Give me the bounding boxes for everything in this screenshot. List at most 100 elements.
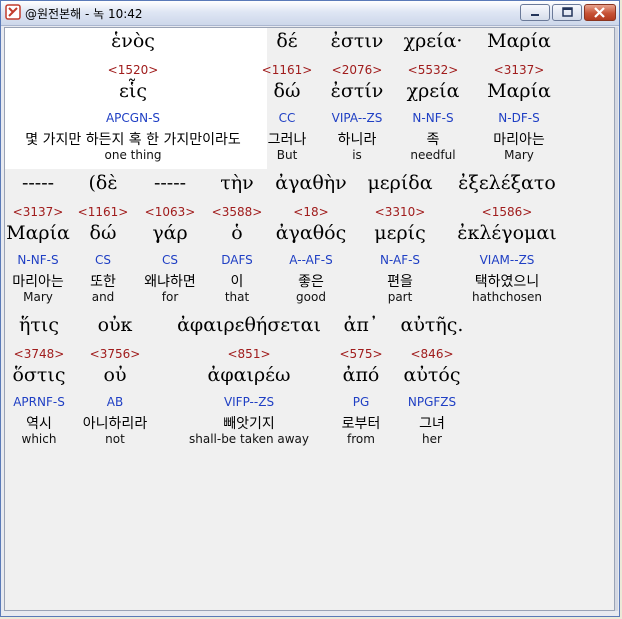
english-gloss: which [21,432,57,446]
lemma: γάρ [152,222,188,244]
korean-gloss: 그녀 [419,416,445,432]
english-gloss: Mary [504,148,534,162]
lemma: αὐτός [403,364,461,386]
greek-word[interactable]: ἀπ᾽ [344,314,379,336]
english-gloss: is [352,148,362,162]
english-gloss: her [422,432,442,446]
korean-gloss: 아니하리라 [82,416,148,432]
english-gloss: and [91,290,115,304]
minimize-icon [531,14,539,16]
english-gloss: part [387,290,413,304]
parse-code: DAFS [221,253,253,267]
title-bar[interactable]: @원전본해 - 녹 10:42 [1,1,619,26]
greek-word[interactable]: δέ [276,30,297,52]
lemma: ἐστίν [330,80,384,102]
greek-word[interactable]: (δὲ [88,172,117,194]
english-gloss: hathchosen [471,290,543,304]
lemma: Μαρία [487,80,551,102]
greek-word[interactable]: ἑνὸς [111,30,155,52]
parse-code: NPGFZS [407,395,457,409]
lemma: δώ [273,80,301,102]
strong-number: <3137> [493,63,545,77]
greek-word[interactable]: ----- [154,172,186,194]
parse-code: APRNF-S [13,395,65,409]
maximize-icon [562,7,573,17]
lemma: ὁ [231,222,243,244]
parse-code: A--AF-S [289,253,333,267]
korean-gloss: 하니라 [337,132,377,148]
window-title: @원전본해 - 녹 10:42 [25,7,143,21]
greek-word[interactable]: χρεία· [404,30,463,52]
korean-gloss: 빼앗기지 [223,416,275,432]
korean-gloss: 마리아는 [12,274,64,290]
korean-gloss: 그러나 [267,132,307,148]
english-gloss: shall-be taken away [188,432,310,446]
window-frame-edge [615,27,618,611]
lemma: χρεία [406,80,460,102]
greek-word[interactable]: τὴν [220,172,253,194]
greek-word[interactable]: ----- [22,172,54,194]
strong-number: <1161> [261,63,313,77]
parse-code: N-NF-S [412,111,454,125]
english-gloss: But [276,148,298,162]
app-logo-icon [5,4,21,20]
korean-gloss: 또한 [90,274,116,290]
strong-number: <3310> [374,205,426,219]
interlinear-view[interactable]: ἑνὸς <1520> εἷς APCGN-S 몇 가지만 하든지 혹 한 가지만이라도… [4,27,615,611]
greek-word[interactable]: μερίδα [367,172,432,194]
lemma: μερίς [374,222,426,244]
parse-code: PG [352,395,370,409]
greek-word[interactable]: ἀφαιρεθήσεται [177,314,321,336]
maximize-button[interactable] [552,4,582,21]
strong-number: <3756> [89,347,141,361]
english-gloss: from [347,432,375,446]
english-gloss: for [161,290,179,304]
greek-word[interactable]: ἥτις [19,314,59,336]
close-icon [594,7,605,18]
greek-word[interactable]: αὐτῆς. [401,314,464,336]
strong-number: <1161> [77,205,129,219]
strong-number: <575> [339,347,383,361]
strong-number: <3137> [12,205,64,219]
english-gloss: not [105,432,125,446]
korean-gloss: 좋은 [298,274,324,290]
parse-code: VIAM--ZS [479,253,535,267]
greek-word[interactable]: ἐστιν [331,30,384,52]
strong-number: <1520> [107,63,159,77]
lemma: ἀφαιρέω [207,364,291,386]
close-button[interactable] [584,4,616,21]
parse-code: N-NF-S [17,253,59,267]
lemma: ἀπό [342,364,380,386]
parse-code: CS [95,253,111,267]
strong-number: <1063> [144,205,196,219]
greek-word[interactable]: ἀγαθὴν [275,172,346,194]
lemma: οὐ [103,364,127,386]
strong-number: <2076> [331,63,383,77]
parse-code: N-DF-S [498,111,540,125]
lemma: Μαρία [6,222,70,244]
korean-gloss: 로부터 [341,416,381,432]
minimize-button[interactable] [520,4,550,21]
parse-code: CC [278,111,296,125]
strong-number: <1586> [481,205,533,219]
parse-code: N-AF-S [379,253,421,267]
parse-code: AB [106,395,124,409]
korean-gloss: 편을 [387,274,413,290]
greek-word[interactable]: ἐξελέξατο [458,172,556,194]
strong-number: <18> [293,205,329,219]
english-gloss: one thing [104,148,162,162]
parse-code: CS [162,253,178,267]
strong-number: <851> [227,347,271,361]
strong-number: <5532> [407,63,459,77]
english-gloss: good [296,290,326,304]
korean-gloss: 마리아는 [493,132,545,148]
greek-word[interactable]: Μαρία [487,30,551,52]
parse-code: VIFP--ZS [223,395,275,409]
korean-gloss: 이 [230,274,244,290]
strong-number: <846> [410,347,454,361]
greek-word[interactable]: οὐκ [98,314,133,336]
lemma: δώ [89,222,117,244]
app-window: @원전본해 - 녹 10:42 ἑνὸς <1520> εἷς APCGN-S 몇 가지… [0,0,620,617]
parse-code: VIPA--ZS [331,111,383,125]
english-gloss: that [224,290,250,304]
